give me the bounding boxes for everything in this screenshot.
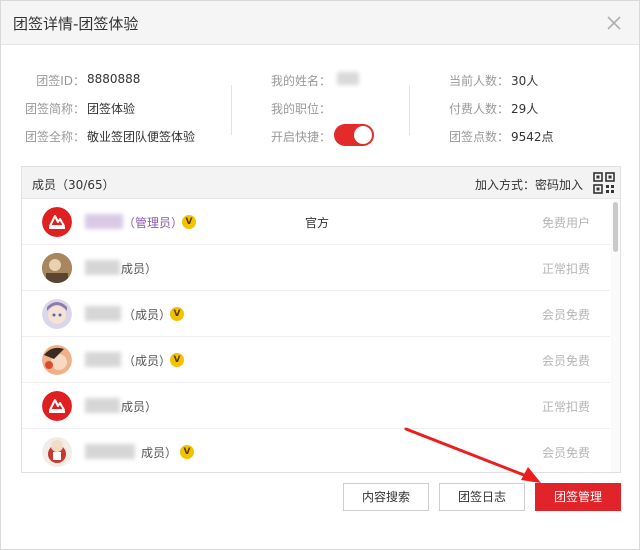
paid-count-value: 29人 bbox=[511, 102, 539, 116]
member-note: 官方 bbox=[305, 216, 330, 230]
app-logo-icon bbox=[42, 391, 72, 421]
vip-badge-icon: V bbox=[170, 353, 184, 367]
team-short-name-label: 团签简称： bbox=[24, 102, 85, 116]
member-status: 会员免费 bbox=[541, 354, 590, 368]
current-count-label: 当前人数： bbox=[448, 74, 509, 88]
team-manage-button[interactable]: 团签管理 bbox=[535, 483, 621, 511]
vip-badge-icon: V bbox=[182, 215, 196, 229]
member-name-redacted bbox=[85, 260, 120, 275]
my-name-value-redacted bbox=[337, 72, 359, 85]
team-id-value: 8880888 bbox=[87, 72, 141, 86]
members-scrollbar[interactable] bbox=[611, 200, 620, 472]
member-name-redacted bbox=[85, 352, 121, 367]
paid-count-label: 付费人数： bbox=[448, 102, 509, 116]
member-row[interactable]: （成员） V 会员免费 bbox=[22, 337, 610, 383]
member-status: 会员免费 bbox=[541, 308, 590, 322]
info-divider bbox=[409, 85, 410, 135]
info-divider bbox=[231, 85, 232, 135]
team-id-label: 团签ID： bbox=[36, 74, 85, 88]
shortcut-toggle[interactable] bbox=[334, 124, 374, 146]
members-count: 成员（30/65） bbox=[32, 178, 115, 192]
dialog-title: 团签详情-团签体验 bbox=[13, 15, 139, 33]
content-search-button[interactable]: 内容搜索 bbox=[343, 483, 429, 511]
team-short-name-value: 团签体验 bbox=[87, 102, 136, 116]
member-avatar bbox=[42, 253, 72, 283]
member-name-redacted bbox=[85, 214, 123, 229]
member-role: 成员） bbox=[121, 400, 158, 414]
member-status: 正常扣费 bbox=[541, 262, 590, 276]
join-method: 加入方式：密码加入 bbox=[475, 178, 584, 192]
team-full-name-value: 敬业签团队便签体验 bbox=[87, 130, 196, 144]
member-row[interactable]: 成员） 正常扣费 bbox=[22, 383, 610, 429]
members-panel: 成员（30/65） 加入方式：密码加入 （管理员） V 官方 免费用户 成员） … bbox=[21, 166, 621, 473]
member-name-redacted bbox=[85, 398, 120, 413]
member-role: （成员） bbox=[123, 354, 172, 368]
vip-badge-icon: V bbox=[170, 307, 184, 321]
toggle-knob bbox=[354, 126, 372, 144]
team-log-button[interactable]: 团签日志 bbox=[439, 483, 525, 511]
member-row[interactable]: 成员） 正常扣费 bbox=[22, 245, 610, 291]
shortcut-label: 开启快捷： bbox=[270, 130, 331, 144]
member-name-redacted bbox=[85, 306, 121, 321]
member-role: 成员） bbox=[141, 446, 178, 460]
member-role: 成员） bbox=[121, 262, 158, 276]
member-row[interactable]: （管理员） V 官方 免费用户 bbox=[22, 199, 610, 245]
member-avatar bbox=[42, 345, 72, 375]
vip-badge-icon: V bbox=[180, 445, 194, 459]
my-position-label: 我的职位： bbox=[270, 102, 331, 116]
team-detail-dialog: 团签详情-团签体验 团签ID： 8880888 团签简称： 团签体验 团签全称：… bbox=[0, 0, 640, 550]
member-name-redacted bbox=[85, 444, 135, 459]
member-row[interactable]: 成员） V 会员免费 bbox=[22, 429, 610, 472]
member-row[interactable]: （成员） V 会员免费 bbox=[22, 291, 610, 337]
member-avatar bbox=[42, 391, 72, 421]
member-status: 会员免费 bbox=[541, 446, 590, 460]
member-status: 免费用户 bbox=[541, 216, 590, 230]
member-avatar bbox=[42, 299, 72, 329]
member-status: 正常扣费 bbox=[541, 400, 590, 414]
my-name-label: 我的姓名： bbox=[270, 74, 331, 88]
team-full-name-label: 团签全称： bbox=[24, 130, 85, 144]
scrollbar-thumb[interactable] bbox=[613, 202, 618, 252]
app-logo-icon bbox=[42, 207, 72, 237]
member-role: （管理员） bbox=[123, 216, 184, 230]
team-points-label: 团签点数： bbox=[448, 130, 509, 144]
dialog-titlebar: 团签详情-团签体验 bbox=[1, 1, 639, 45]
member-role: （成员） bbox=[123, 308, 172, 322]
member-avatar bbox=[42, 207, 72, 237]
qrcode-icon[interactable] bbox=[592, 171, 616, 195]
members-header: 成员（30/65） 加入方式：密码加入 bbox=[22, 167, 620, 199]
close-icon[interactable] bbox=[605, 14, 623, 32]
current-count-value: 30人 bbox=[511, 74, 539, 88]
team-points-value: 9542点 bbox=[511, 130, 554, 144]
member-avatar bbox=[42, 437, 72, 467]
